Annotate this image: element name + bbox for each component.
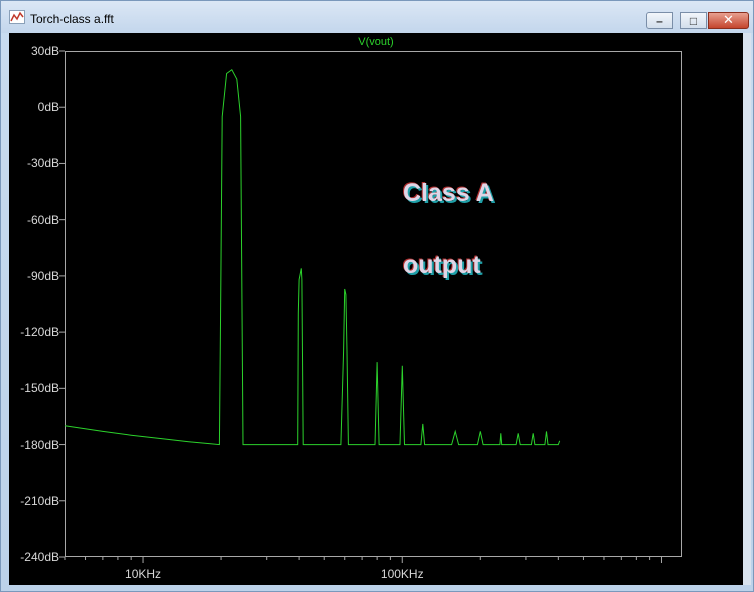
vertical-scrollbar[interactable] (743, 33, 751, 585)
waveform-app-icon (9, 10, 25, 24)
annotation-line-1: Class A (403, 179, 494, 207)
fft-plot (59, 50, 662, 563)
maximize-button[interactable]: □ (680, 12, 707, 29)
fft-window: Torch-class a.fft – □ ✕ V(vout) 30dB 0dB -… (0, 0, 754, 592)
minimize-button[interactable]: – (646, 12, 673, 29)
minimize-icon: – (656, 13, 663, 28)
close-button[interactable]: ✕ (708, 12, 749, 29)
plot-pane[interactable]: V(vout) 30dB 0dB -30dB -60dB -90dB -120dB -150… (9, 33, 743, 585)
annotation-text: Class A output (403, 139, 494, 319)
window-title: Torch-class a.fft (30, 12, 114, 26)
annotation-line-2: output (403, 251, 481, 279)
close-icon: ✕ (723, 13, 734, 28)
maximize-icon: □ (689, 13, 698, 28)
title-bar[interactable]: Torch-class a.fft – □ ✕ (1, 1, 753, 33)
